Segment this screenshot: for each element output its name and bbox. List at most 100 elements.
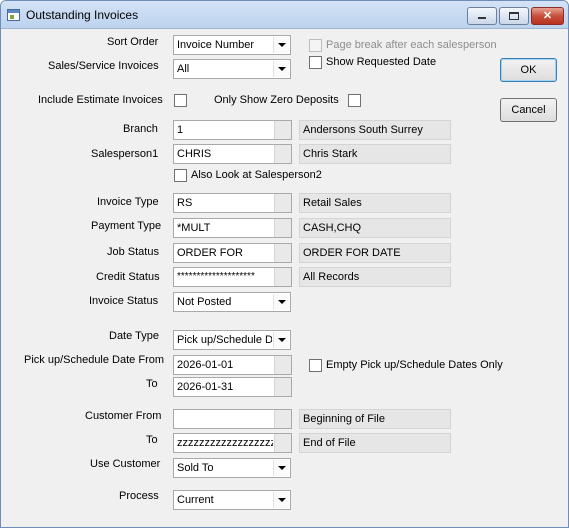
payment-type-input[interactable]: *MULT [173, 218, 292, 238]
chevron-down-icon[interactable] [273, 61, 289, 77]
credit-status-input[interactable]: ******************** [173, 267, 292, 287]
customer-to-description: End of File [299, 433, 451, 453]
job-status-value: ORDER FOR [177, 247, 243, 259]
salesperson1-label: Salesperson1 [91, 148, 159, 160]
date-type-select[interactable]: Pick up/Schedule Da [173, 330, 291, 350]
cancel-button[interactable]: Cancel [500, 98, 557, 122]
ok-button[interactable]: OK [500, 58, 557, 82]
process-value: Current [177, 494, 214, 506]
credit-status-description-text: All Records [303, 271, 360, 283]
date-type-value: Pick up/Schedule Da [177, 334, 272, 346]
customer-to-label: To [146, 434, 158, 446]
form-area: Sort Order Invoice Number Page break aft… [2, 30, 568, 527]
process-select[interactable]: Current [173, 490, 291, 510]
date-from-label: Pick up/Schedule Date From [24, 354, 165, 366]
invoice-type-label: Invoice Type [97, 196, 159, 208]
customer-from-input[interactable] [173, 409, 292, 429]
window-title: Outstanding Invoices [26, 8, 139, 22]
close-icon: ✕ [542, 10, 553, 22]
invoice-type-description-text: Retail Sales [303, 197, 362, 209]
branch-lookup-button[interactable] [274, 121, 291, 139]
date-to-value: 2026-01-31 [177, 381, 234, 393]
branch-input[interactable]: 1 [173, 120, 292, 140]
also-salesperson2-label: Also Look at Salesperson2 [191, 169, 322, 181]
use-customer-select[interactable]: Sold To [173, 458, 291, 478]
customer-to-input[interactable]: zzzzzzzzzzzzzzzzzz [173, 433, 292, 453]
use-customer-label: Use Customer [90, 458, 161, 470]
sort-order-value: Invoice Number [177, 39, 255, 51]
branch-value: 1 [177, 124, 184, 136]
only-zero-deposits-checkbox[interactable] [348, 94, 361, 107]
date-to-label: To [146, 378, 158, 390]
credit-status-label: Credit Status [96, 271, 160, 283]
sales-service-select[interactable]: All [173, 59, 291, 79]
date-to-picker-button[interactable] [274, 378, 291, 396]
job-status-description-text: ORDER FOR DATE [303, 247, 401, 259]
date-to-input[interactable]: 2026-01-31 [173, 377, 292, 397]
customer-from-description: Beginning of File [299, 409, 451, 429]
salesperson1-lookup-button[interactable] [274, 145, 291, 163]
job-status-description: ORDER FOR DATE [299, 243, 451, 263]
title-bar[interactable]: Outstanding Invoices ✕ [1, 1, 568, 29]
date-from-value: 2026-01-01 [177, 359, 234, 371]
show-requested-date-checkbox[interactable] [309, 56, 322, 69]
empty-dates-only-checkbox[interactable] [309, 359, 322, 372]
invoice-status-select[interactable]: Not Posted [173, 292, 291, 312]
salesperson1-value: CHRIS [177, 148, 212, 160]
include-estimate-checkbox[interactable] [174, 94, 187, 107]
minimize-button[interactable] [467, 7, 497, 25]
maximize-icon [509, 12, 519, 21]
also-salesperson2-checkbox[interactable] [174, 169, 187, 182]
chevron-down-icon[interactable] [273, 294, 289, 310]
invoice-type-lookup-button[interactable] [274, 194, 291, 212]
invoice-type-description: Retail Sales [299, 193, 451, 213]
invoice-status-label: Invoice Status [89, 295, 159, 307]
show-requested-date-label: Show Requested Date [326, 56, 437, 68]
customer-to-description-text: End of File [303, 437, 356, 449]
page-break-checkbox[interactable] [309, 39, 322, 52]
sales-service-value: All [177, 63, 190, 75]
sort-order-label: Sort Order [107, 36, 159, 48]
salesperson1-description-text: Chris Stark [303, 148, 358, 160]
customer-from-lookup-button[interactable] [274, 410, 291, 428]
customer-to-lookup-button[interactable] [274, 434, 291, 452]
include-estimate-label: Include Estimate Invoices [38, 94, 163, 106]
credit-status-value: ******************** [177, 271, 255, 282]
app-window-icon [7, 9, 20, 21]
branch-description-text: Andersons South Surrey [303, 124, 423, 136]
chevron-down-icon[interactable] [273, 332, 289, 348]
payment-type-label: Payment Type [91, 220, 162, 232]
invoice-type-value: RS [177, 197, 193, 209]
branch-label: Branch [123, 123, 158, 135]
payment-type-lookup-button[interactable] [274, 219, 291, 237]
only-zero-deposits-label: Only Show Zero Deposits [214, 94, 339, 106]
payment-type-description: CASH,CHQ [299, 218, 451, 238]
use-customer-value: Sold To [177, 462, 214, 474]
credit-status-description: All Records [299, 267, 451, 287]
chevron-down-icon[interactable] [273, 492, 289, 508]
branch-description: Andersons South Surrey [299, 120, 451, 140]
outstanding-invoices-window: Outstanding Invoices ✕ Sort Order Invoic… [0, 0, 569, 528]
credit-status-lookup-button[interactable] [274, 268, 291, 286]
chevron-down-icon[interactable] [273, 460, 289, 476]
job-status-label: Job Status [107, 246, 159, 258]
process-label: Process [119, 490, 159, 502]
empty-dates-only-label: Empty Pick up/Schedule Dates Only [326, 359, 503, 371]
invoice-status-value: Not Posted [177, 296, 232, 308]
minimize-icon [478, 17, 486, 20]
salesperson1-input[interactable]: CHRIS [173, 144, 292, 164]
maximize-button[interactable] [499, 7, 529, 25]
chevron-down-icon[interactable] [273, 37, 289, 53]
close-button[interactable]: ✕ [531, 7, 564, 25]
invoice-type-input[interactable]: RS [173, 193, 292, 213]
job-status-input[interactable]: ORDER FOR [173, 243, 292, 263]
payment-type-value: *MULT [177, 222, 211, 234]
customer-to-value: zzzzzzzzzzzzzzzzzz [177, 437, 273, 449]
date-from-picker-button[interactable] [274, 356, 291, 374]
date-type-label: Date Type [109, 330, 159, 342]
sort-order-select[interactable]: Invoice Number [173, 35, 291, 55]
job-status-lookup-button[interactable] [274, 244, 291, 262]
date-from-input[interactable]: 2026-01-01 [173, 355, 292, 375]
salesperson1-description: Chris Stark [299, 144, 451, 164]
sales-service-label: Sales/Service Invoices [48, 60, 159, 72]
